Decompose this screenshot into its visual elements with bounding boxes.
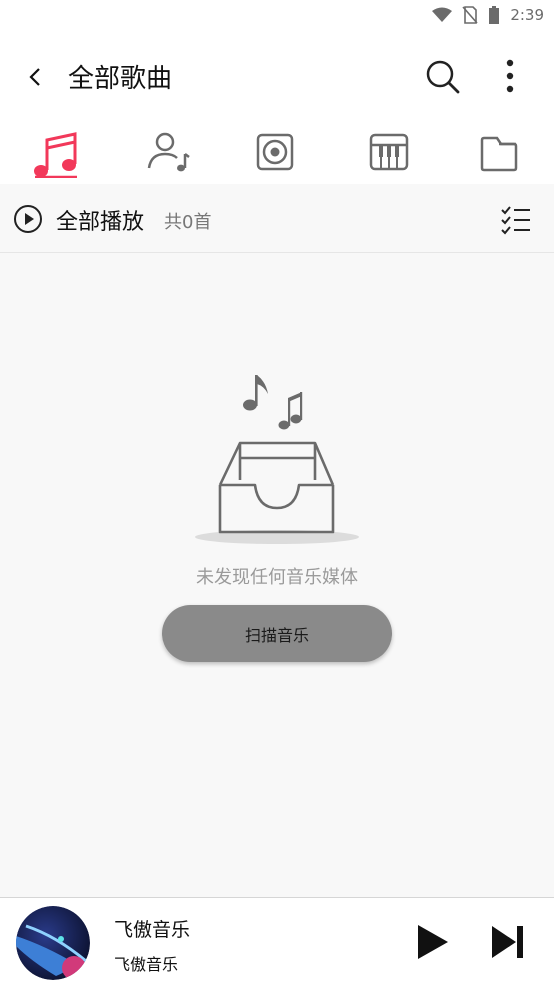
empty-message: 未发现任何音乐媒体 [196, 567, 358, 588]
play-all-button[interactable]: 全部播放 [56, 204, 144, 236]
song-count: 共0首 [164, 212, 212, 233]
tab-songs[interactable] [26, 130, 86, 182]
scan-music-button[interactable]: 扫描音乐 [162, 605, 392, 662]
play-all-row: 全部播放 共0首 [0, 184, 554, 253]
play-circle-icon[interactable] [13, 204, 43, 234]
search-icon [426, 60, 460, 94]
tab-artists[interactable] [138, 130, 198, 182]
app-bar: 全部歌曲 [0, 30, 554, 122]
album-art[interactable] [16, 906, 90, 980]
track-title: 飞傲音乐 [114, 919, 191, 941]
music-note-icon [34, 132, 77, 178]
play-button[interactable] [412, 922, 452, 962]
page-title: 全部歌曲 [68, 64, 173, 94]
back-button[interactable] [20, 62, 50, 92]
empty-box-illustration [195, 375, 359, 544]
tab-folders[interactable] [470, 130, 530, 182]
next-track-button[interactable] [488, 922, 528, 962]
album-icon [256, 133, 294, 171]
search-button[interactable] [422, 56, 462, 96]
tab-genres[interactable] [360, 130, 420, 182]
artist-icon [147, 132, 190, 172]
battery-icon [488, 6, 500, 24]
track-artist: 飞傲音乐 [114, 955, 179, 974]
folder-icon [480, 136, 518, 172]
status-bar: 2:39 [0, 0, 554, 30]
more-vertical-icon [506, 59, 514, 93]
status-time: 2:39 [510, 6, 544, 24]
back-arrow-icon [29, 68, 40, 86]
no-sim-icon [462, 6, 478, 24]
wifi-icon [432, 7, 453, 23]
checklist-icon[interactable] [500, 204, 532, 236]
skip-next-icon [492, 926, 523, 958]
now-playing-bar[interactable]: 飞傲音乐 飞傲音乐 [0, 897, 554, 986]
category-tabs [0, 122, 554, 184]
more-options-button[interactable] [496, 56, 524, 96]
piano-icon [369, 133, 409, 171]
play-icon [418, 925, 448, 959]
tab-albums[interactable] [246, 130, 306, 182]
